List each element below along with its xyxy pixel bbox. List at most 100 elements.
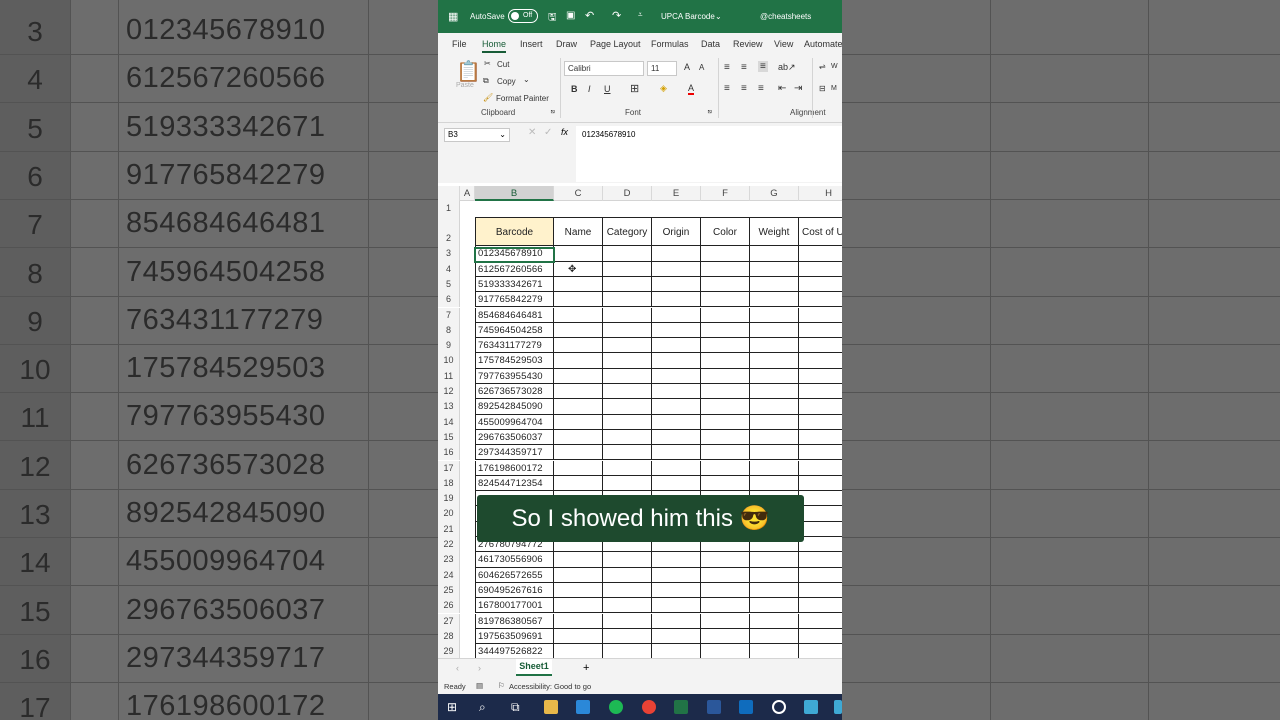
bold-button[interactable]: B — [571, 84, 578, 94]
table-cell[interactable] — [554, 582, 603, 599]
column-header-g[interactable]: G — [750, 186, 799, 201]
row-header[interactable]: 1 — [438, 201, 460, 217]
table-cell[interactable] — [701, 368, 750, 384]
table-cell[interactable] — [799, 537, 842, 553]
table-cell[interactable] — [652, 598, 701, 614]
table-cell[interactable] — [701, 261, 750, 277]
table-cell[interactable] — [554, 429, 603, 446]
table-cell[interactable] — [701, 613, 750, 629]
table-cell[interactable] — [799, 461, 842, 476]
table-cell[interactable] — [652, 399, 701, 415]
macro-icon[interactable]: ▤ — [476, 681, 483, 690]
task-view-icon[interactable]: ⧉ — [511, 700, 525, 714]
header-cell-barcode[interactable]: Barcode — [475, 217, 554, 246]
barcode-value[interactable]: 690495267616 — [478, 585, 554, 596]
table-cell[interactable] — [554, 460, 603, 476]
table-cell[interactable] — [750, 414, 799, 430]
table-cell[interactable] — [603, 475, 652, 492]
table-cell[interactable] — [603, 582, 652, 599]
sheet-tab-sheet1[interactable]: Sheet1 — [516, 659, 552, 676]
table-cell[interactable] — [554, 598, 603, 614]
row-header[interactable]: 20 — [438, 506, 460, 522]
header-cell-origin[interactable]: Origin — [652, 217, 701, 246]
table-cell[interactable] — [799, 644, 842, 658]
table-cell[interactable] — [799, 262, 842, 277]
table-cell[interactable] — [750, 322, 799, 339]
tab-home[interactable]: Home — [482, 39, 507, 53]
table-cell[interactable] — [750, 598, 799, 614]
table-cell[interactable] — [554, 368, 603, 384]
column-header-d[interactable]: D — [603, 186, 652, 201]
table-cell[interactable] — [701, 384, 750, 400]
row-header[interactable]: 16 — [438, 445, 460, 461]
table-cell[interactable] — [750, 292, 799, 308]
table-cell[interactable] — [799, 353, 842, 369]
windows-start-icon[interactable]: ⊞ — [447, 700, 461, 714]
align-left-icon[interactable]: ≡ — [724, 83, 730, 94]
barcode-value[interactable]: 167800177001 — [478, 600, 554, 611]
barcode-value[interactable]: 197563509691 — [478, 631, 554, 642]
tab-file[interactable]: File — [452, 39, 467, 49]
increase-indent-icon[interactable]: ⇥ — [794, 83, 802, 94]
table-cell[interactable] — [652, 384, 701, 400]
table-cell[interactable] — [750, 384, 799, 400]
select-all-corner[interactable] — [438, 186, 460, 201]
copy-button[interactable]: Copy — [497, 77, 516, 86]
table-cell[interactable] — [603, 261, 652, 277]
add-sheet-button[interactable]: + — [583, 662, 589, 674]
header-cell-cost[interactable]: Cost of U — [799, 217, 842, 246]
row-header[interactable]: 15 — [438, 429, 460, 446]
table-cell[interactable] — [799, 614, 842, 629]
table-cell[interactable] — [799, 506, 842, 522]
paste-icon[interactable]: 📋 — [456, 59, 481, 84]
row-header[interactable]: 9 — [438, 338, 460, 354]
table-cell[interactable] — [701, 475, 750, 492]
customize-qat-icon[interactable]: ⩡ — [638, 10, 643, 20]
table-cell[interactable] — [603, 613, 652, 629]
column-header-c[interactable]: C — [554, 186, 603, 201]
row-header[interactable]: 22 — [438, 537, 460, 553]
table-cell[interactable] — [554, 628, 603, 645]
table-cell[interactable] — [750, 246, 799, 262]
table-cell[interactable] — [799, 598, 842, 614]
increase-font-icon[interactable]: A — [684, 62, 690, 72]
table-cell[interactable] — [701, 307, 750, 323]
header-cell-weight[interactable]: Weight — [750, 217, 799, 246]
table-cell[interactable] — [799, 323, 842, 339]
table-cell[interactable] — [701, 322, 750, 339]
table-cell[interactable] — [554, 552, 603, 568]
table-cell[interactable] — [701, 353, 750, 369]
row-header[interactable]: 29 — [438, 644, 460, 658]
table-cell[interactable] — [701, 399, 750, 415]
redo-icon[interactable]: ↷ — [612, 9, 621, 22]
save-icon[interactable]: 🖫 — [548, 10, 557, 27]
row-header[interactable]: 24 — [438, 567, 460, 583]
table-cell[interactable] — [554, 567, 603, 583]
table-cell[interactable] — [603, 399, 652, 415]
barcode-value[interactable]: 612567260566 — [478, 264, 554, 275]
app-icon[interactable] — [804, 700, 818, 714]
table-cell[interactable] — [603, 598, 652, 614]
wrap-text-icon[interactable]: ⇌ — [819, 62, 826, 71]
row-header[interactable]: 3 — [438, 246, 460, 262]
column-header-f[interactable]: F — [701, 186, 750, 201]
table-cell[interactable] — [652, 445, 701, 461]
table-cell[interactable] — [603, 338, 652, 354]
table-cell[interactable] — [701, 292, 750, 308]
chrome-icon[interactable] — [642, 700, 656, 714]
table-cell[interactable] — [603, 322, 652, 339]
table-cell[interactable] — [799, 430, 842, 446]
chevron-right-icon[interactable]: › — [478, 663, 481, 673]
dialog-launcher-icon[interactable]: ⧅ — [708, 109, 712, 116]
barcode-value[interactable]: 297344359717 — [478, 447, 554, 458]
barcode-value[interactable]: 917765842279 — [478, 294, 554, 305]
save-as-icon[interactable]: ▣ — [566, 10, 575, 21]
table-cell[interactable] — [652, 628, 701, 645]
table-cell[interactable] — [554, 384, 603, 400]
table-cell[interactable] — [652, 368, 701, 384]
row-header[interactable]: 7 — [438, 307, 460, 323]
table-cell[interactable] — [554, 276, 603, 293]
column-header-e[interactable]: E — [652, 186, 701, 201]
format-painter-icon[interactable]: 🖌 — [483, 93, 493, 102]
table-cell[interactable] — [750, 399, 799, 415]
